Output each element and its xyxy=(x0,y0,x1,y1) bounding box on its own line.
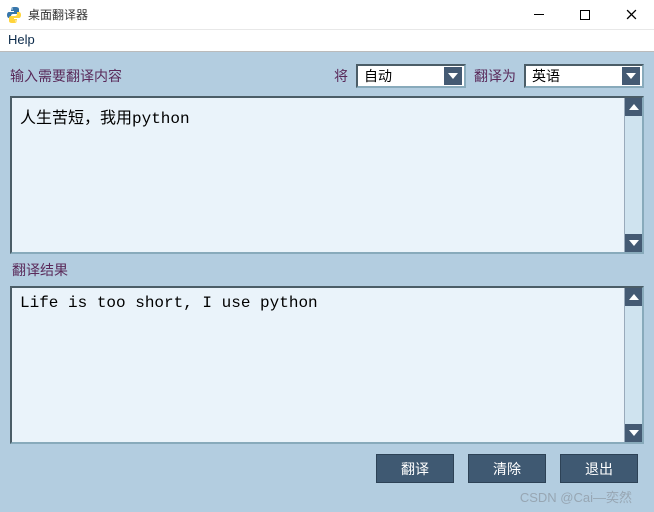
input-label: 输入需要翻译内容 xyxy=(10,66,122,86)
scroll-down-icon[interactable] xyxy=(625,234,642,252)
minimize-button[interactable] xyxy=(516,0,562,30)
output-scrollbar[interactable] xyxy=(624,288,642,442)
maximize-button[interactable] xyxy=(562,0,608,30)
menu-help[interactable]: Help xyxy=(8,32,35,47)
input-textarea-wrap: 人生苦短，我用python xyxy=(10,96,644,254)
to-language-value: 英语 xyxy=(532,66,622,86)
output-label: 翻译结果 xyxy=(12,260,642,280)
translate-button[interactable]: 翻译 xyxy=(376,454,454,483)
output-textarea[interactable]: Life is too short, I use python xyxy=(12,288,624,442)
close-button[interactable] xyxy=(608,0,654,30)
input-textarea[interactable]: 人生苦短，我用python xyxy=(12,98,624,252)
input-scrollbar[interactable] xyxy=(624,98,642,252)
scroll-up-icon[interactable] xyxy=(625,98,642,116)
chevron-down-icon xyxy=(444,67,462,85)
window-title: 桌面翻译器 xyxy=(28,6,516,23)
top-row: 输入需要翻译内容 将 自动 翻译为 英语 xyxy=(10,62,644,90)
window-controls xyxy=(516,0,654,30)
scroll-down-icon[interactable] xyxy=(625,424,642,442)
from-label: 将 xyxy=(334,66,348,86)
to-label: 翻译为 xyxy=(474,66,516,86)
from-language-value: 自动 xyxy=(364,66,444,86)
chevron-down-icon xyxy=(622,67,640,85)
to-language-dropdown[interactable]: 英语 xyxy=(524,64,644,88)
button-row: 翻译 清除 退出 xyxy=(10,454,644,483)
titlebar: 桌面翻译器 xyxy=(0,0,654,30)
from-language-dropdown[interactable]: 自动 xyxy=(356,64,466,88)
output-textarea-wrap: Life is too short, I use python xyxy=(10,286,644,444)
menubar: Help xyxy=(0,30,654,52)
client-area: 输入需要翻译内容 将 自动 翻译为 英语 人生苦短，我用python 翻 xyxy=(0,52,654,512)
exit-button[interactable]: 退出 xyxy=(560,454,638,483)
scroll-up-icon[interactable] xyxy=(625,288,642,306)
app-icon xyxy=(6,7,22,23)
clear-button[interactable]: 清除 xyxy=(468,454,546,483)
